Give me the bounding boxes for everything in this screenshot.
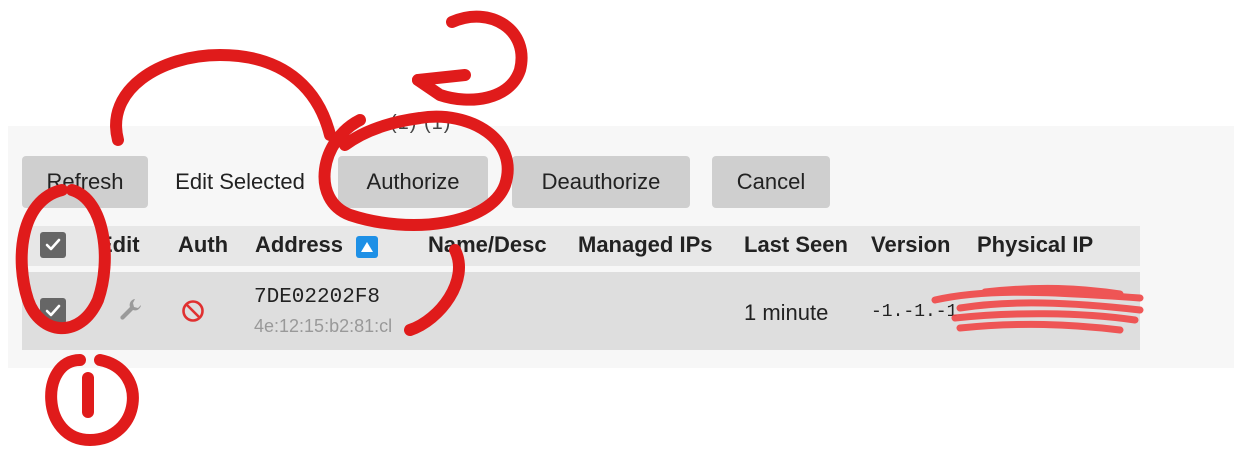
row-last-seen: 1 minute (744, 300, 829, 325)
annotation-number-1-circle (45, 354, 139, 446)
annotation-number-2-tail (412, 69, 471, 86)
header-physical-ip[interactable]: Physical IP (977, 232, 1093, 258)
row-address: 7DE02202F8 (254, 286, 381, 309)
header-managed-ips[interactable]: Managed IPs (578, 232, 712, 258)
authorize-button[interactable]: Authorize (338, 156, 488, 208)
select-all-checkbox[interactable] (40, 232, 66, 258)
header-address[interactable]: Address (255, 232, 343, 258)
check-icon (45, 304, 61, 317)
deauthorize-button[interactable]: Deauthorize (512, 156, 690, 208)
row-mac: 4e:12:15:b2:81:cl (254, 316, 393, 336)
row-checkbox[interactable] (40, 298, 66, 324)
header-name-desc[interactable]: Name/Desc (428, 232, 547, 258)
row-version: -1.-1.-1 (871, 302, 958, 322)
header-version[interactable]: Version (871, 232, 950, 258)
wrench-icon[interactable] (118, 296, 144, 327)
cancel-button[interactable]: Cancel (712, 156, 830, 208)
header-edit[interactable]: Edit (98, 232, 140, 258)
top-partial-text: (1) (1) (390, 112, 452, 134)
edit-selected-button[interactable]: Edit Selected (160, 156, 320, 208)
not-authorized-icon[interactable] (181, 299, 205, 328)
header-last-seen[interactable]: Last Seen (744, 232, 848, 258)
check-icon (45, 238, 61, 251)
refresh-button[interactable]: Refresh (22, 156, 148, 208)
sort-ascending-icon[interactable] (356, 236, 378, 258)
annotation-number-2 (412, 10, 528, 106)
header-auth[interactable]: Auth (178, 232, 228, 258)
